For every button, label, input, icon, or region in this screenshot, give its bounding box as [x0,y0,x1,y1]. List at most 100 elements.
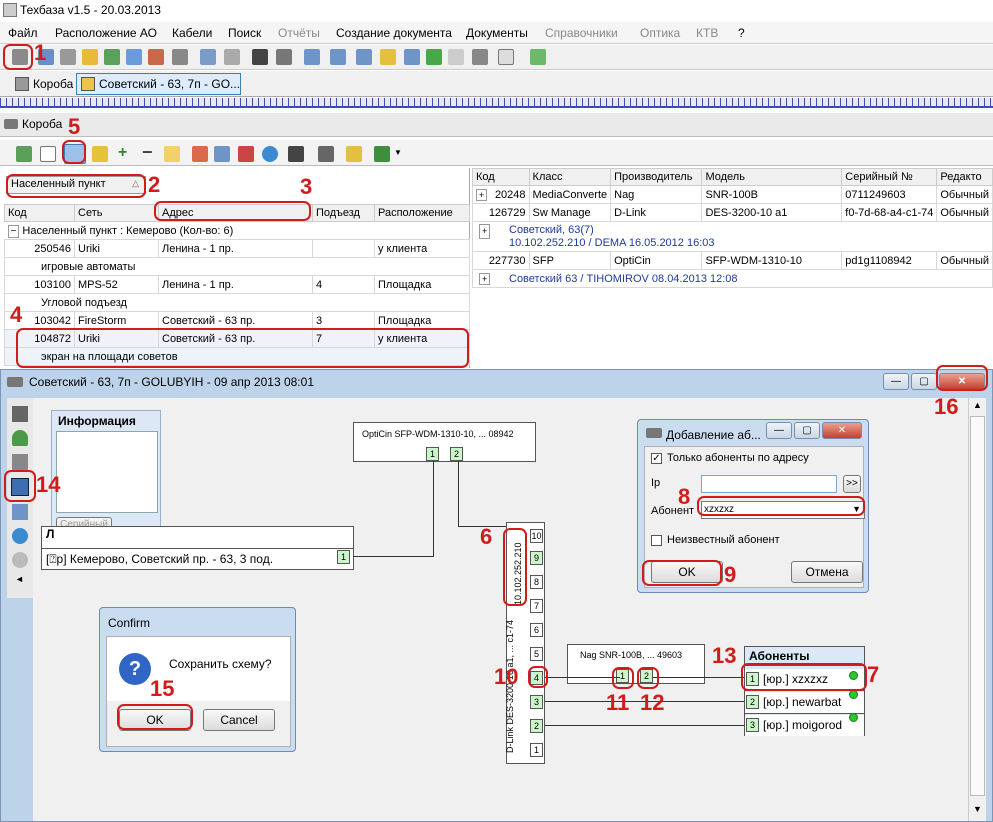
menu-location[interactable]: Расположение АО [55,26,157,40]
group-row[interactable]: − Населенный пункт : Кемерово (Кол-во: 6… [5,222,470,240]
binoculars-icon[interactable] [252,49,268,65]
menu-create-doc[interactable]: Создание документа [336,26,452,40]
col-editor[interactable]: Редакто [936,168,993,186]
ip-search-button[interactable]: >> [843,475,861,493]
col-entrance[interactable]: Подъезд [312,204,375,222]
users-icon[interactable] [104,49,120,65]
export-icon[interactable] [374,146,390,162]
menu-ktv[interactable]: КТВ [696,26,718,40]
wand-icon[interactable] [380,49,396,65]
user-icon[interactable] [12,430,28,446]
port-1[interactable]: 1 [337,550,350,564]
menu-documents[interactable]: Документы [466,26,528,40]
subscriber-row[interactable]: 2 [юр.] newarbat [745,690,864,714]
info-textarea[interactable] [56,431,158,513]
search-icon[interactable] [126,49,142,65]
menu-search[interactable]: Поиск [228,26,261,40]
edit-icon[interactable] [164,146,180,162]
table-row[interactable]: 103100 MPS-52 Ленина - 1 пр. 4 Площадка [4,275,470,294]
expand-icon[interactable]: + [476,188,488,201]
col-manufacturer[interactable]: Производитель [610,168,703,186]
minimize-button[interactable]: — [883,373,909,390]
expand-icon[interactable]: + [479,223,491,239]
switch-port[interactable]: 8 [530,575,543,589]
devices-icon[interactable] [12,504,28,520]
switch-port[interactable]: 1 [530,743,543,757]
refresh-icon[interactable] [530,49,546,65]
menu-optics[interactable]: Оптика [640,26,680,40]
collapse-icon[interactable]: − [7,224,20,238]
switch-port[interactable]: 2 [530,719,543,733]
minimize-button[interactable]: — [766,422,792,439]
table-row[interactable]: 103042 FireStorm Советский - 63 пр. 3 Площад… [4,311,470,330]
split-icon[interactable] [238,146,254,162]
expand-icon[interactable]: + [479,272,491,285]
port-1[interactable]: 1 [426,447,439,461]
import-icon[interactable] [192,146,208,162]
scroll-thumb[interactable] [970,416,985,796]
preview-icon[interactable] [40,146,56,162]
swap-icon[interactable] [426,49,442,65]
list-icon[interactable] [200,49,216,65]
globe-icon[interactable] [262,146,278,162]
nag-device[interactable]: Nag SNR-100B, ... 49603 1 2 [567,644,705,684]
transfer-icon[interactable] [304,49,320,65]
scroll-up-icon[interactable]: ▲ [973,400,982,410]
port-2[interactable]: 2 [450,447,463,461]
col-model[interactable]: Модель [701,168,843,186]
switch-port[interactable]: 3 [530,695,543,709]
tab-scheme[interactable]: Советский - 63, 7п - GO... [76,73,241,95]
archive-icon[interactable] [472,49,488,65]
scroll-down-icon[interactable]: ▼ [973,804,982,814]
cancel-button[interactable]: Cancel [203,709,275,731]
menu-reports[interactable]: Отчёты [278,26,320,40]
globe-icon[interactable] [12,528,28,544]
add-icon[interactable]: + [118,144,127,162]
subscriber-row[interactable]: 3 [юр.] moigorod [745,713,864,736]
col-location[interactable]: Расположение [374,204,470,222]
port-3[interactable]: 3 [746,718,759,732]
chain-icon[interactable] [448,49,464,65]
table-row[interactable]: 227730 SFP OptiCin SFP-WDM-1310-10 pd1g11089… [472,251,993,270]
scroll-left-icon[interactable]: ◄ [15,574,24,584]
menu-file[interactable]: Файл [8,26,38,40]
ip-input[interactable] [701,475,837,493]
gear-icon[interactable] [60,49,76,65]
col-net[interactable]: Сеть [74,204,159,222]
network-icon[interactable] [12,406,28,422]
boxes-icon[interactable] [12,454,28,470]
col-class[interactable]: Класс [528,168,612,186]
table-row[interactable]: 250546 Uriki Ленина - 1 пр. у клиента [4,239,470,258]
lock-icon[interactable] [82,49,98,65]
cancel-button[interactable]: Отмена [791,561,863,583]
menu-cables[interactable]: Кабели [172,26,212,40]
col-code[interactable]: Код [4,204,75,222]
wand-icon[interactable] [92,146,108,162]
refresh-icon[interactable] [16,146,32,162]
tool-icon[interactable] [172,49,188,65]
switch-port[interactable]: 9 [530,551,543,565]
menu-help[interactable]: ? [738,26,745,40]
port-2[interactable]: 2 [746,695,759,709]
binoculars-icon[interactable] [288,146,304,162]
filter-icon[interactable] [276,49,292,65]
unknown-abonent-checkbox[interactable] [651,535,662,546]
menu-directories[interactable]: Справочники [545,26,618,40]
close-button[interactable]: ✕ [822,422,862,439]
schema-icon[interactable] [356,49,372,65]
document-icon[interactable] [498,49,514,65]
switch-port[interactable]: 10 [530,529,543,543]
trash-icon[interactable] [318,146,334,162]
subscribers-box[interactable]: Абоненты 1 [юр.] xzxzxz 2 [юр.] newarbat… [744,646,865,736]
address-box[interactable]: Л [⍰р] Кемерово, Советский пр. - 63, 3 п… [41,526,354,570]
camera-icon[interactable] [12,552,28,568]
list-icon[interactable] [346,146,362,162]
table-row[interactable]: 126729 Sw Manage D-Link DES-3200-10 a1 f0-7d… [472,203,993,222]
col-serial[interactable]: Серийный № [841,168,938,186]
maximize-button[interactable]: ▢ [911,373,937,390]
col-code[interactable]: Код [472,168,530,186]
remove-icon[interactable]: − [142,142,153,163]
switch-port[interactable]: 6 [530,623,543,637]
network-icon[interactable] [148,49,164,65]
move-icon[interactable] [214,146,230,162]
